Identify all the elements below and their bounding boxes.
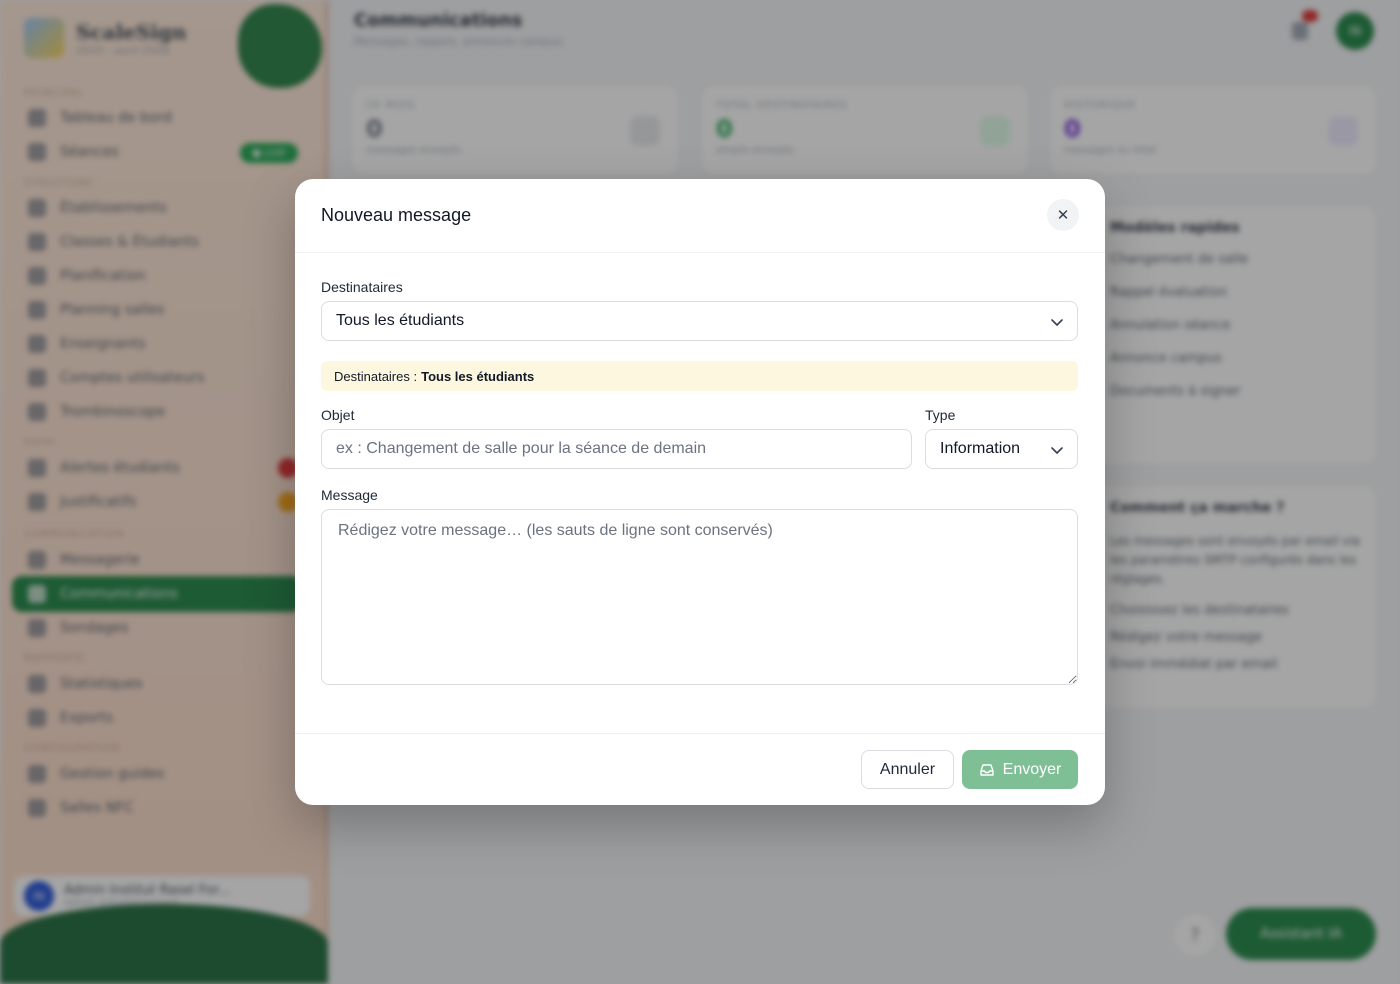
modal-title: Nouveau message <box>321 205 472 225</box>
recipients-select[interactable]: Tous les étudiants <box>321 301 1078 341</box>
recipients-select-value: Tous les étudiants <box>336 312 465 329</box>
close-icon: ✕ <box>1056 207 1070 224</box>
subject-label: Objet <box>321 407 355 423</box>
type-select[interactable]: Information <box>925 429 1078 469</box>
message-textarea[interactable] <box>321 509 1078 685</box>
inbox-send-icon <box>979 763 994 776</box>
close-button[interactable]: ✕ <box>1047 199 1079 231</box>
banner-value: Tous les étudiants <box>421 368 535 384</box>
chevron-down-icon <box>1051 319 1063 326</box>
banner-prefix: Destinataires : <box>334 368 418 384</box>
subject-input[interactable] <box>321 429 912 469</box>
message-label: Message <box>321 487 378 503</box>
send-button-label: Envoyer <box>1002 760 1062 778</box>
new-message-modal: Nouveau message ✕ Destinataires Tous les… <box>295 179 1105 805</box>
cancel-button[interactable]: Annuler <box>861 750 954 789</box>
type-select-value: Information <box>940 440 1021 457</box>
recipients-info-banner: Destinataires : Tous les étudiants <box>321 361 1078 391</box>
send-button[interactable]: Envoyer <box>962 750 1078 789</box>
chevron-down-icon <box>1051 447 1063 454</box>
type-label: Type <box>925 407 956 423</box>
modal-header: Nouveau message <box>295 179 1105 253</box>
recipients-label: Destinataires <box>321 279 403 295</box>
